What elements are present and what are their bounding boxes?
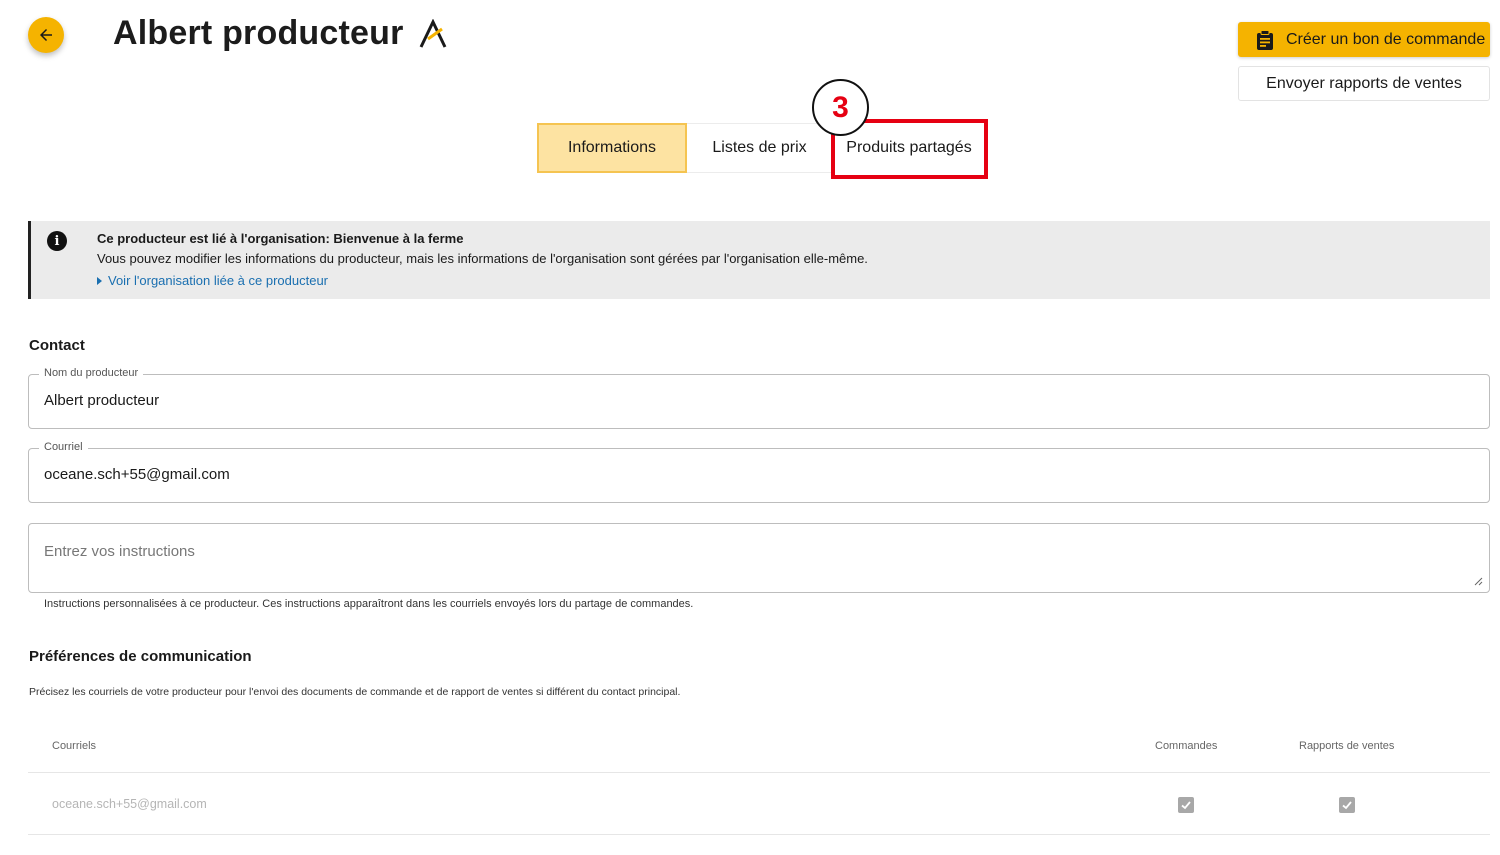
tab-bar: Informations Listes de prix Produits par…	[537, 123, 985, 173]
page-title-text: Albert producteur	[113, 14, 404, 52]
send-sales-reports-button[interactable]: Envoyer rapports de ventes	[1238, 66, 1490, 101]
producer-name-label: Nom du producteur	[39, 367, 144, 379]
instructions-textarea[interactable]: Entrez vos instructions	[28, 523, 1490, 593]
clipboard-icon	[1257, 29, 1273, 50]
tab-informations[interactable]: Informations	[537, 123, 687, 173]
email-field[interactable]: Courriel oceane.sch+55@gmail.com	[28, 441, 1490, 503]
resize-handle-icon[interactable]	[1473, 576, 1483, 586]
info-icon: i	[47, 231, 67, 251]
create-order-label: Créer un bon de commande	[1286, 30, 1486, 48]
tab-informations-label: Informations	[567, 139, 657, 156]
notice-title: Ce producteur est lié à l'organisation: …	[97, 231, 464, 246]
column-header-orders: Commandes	[1155, 740, 1218, 752]
producer-name-field[interactable]: Nom du producteur Albert producteur	[28, 367, 1490, 429]
email-label: Courriel	[39, 441, 88, 453]
send-sales-reports-label: Envoyer rapports de ventes	[1266, 74, 1462, 92]
create-order-button[interactable]: Créer un bon de commande	[1238, 22, 1490, 57]
preferences-section-title: Préférences de communication	[29, 648, 252, 665]
checkmark-icon	[1342, 801, 1352, 810]
linked-organization-notice: i Ce producteur est lié à l'organisation…	[28, 221, 1490, 299]
notice-text: Vous pouvez modifier les informations du…	[97, 251, 868, 266]
orders-checkbox[interactable]	[1178, 797, 1194, 813]
preferences-description: Précisez les courriels de votre producte…	[29, 686, 681, 698]
table-header-divider	[28, 772, 1490, 773]
step-number: 3	[832, 90, 849, 124]
producer-name-value: Albert producteur	[44, 392, 160, 409]
sales-reports-checkbox[interactable]	[1339, 797, 1355, 813]
column-header-emails: Courriels	[52, 740, 97, 752]
tab-price-lists[interactable]: Listes de prix	[687, 123, 833, 173]
instructions-helper-text: Instructions personnalisées à ce product…	[44, 598, 694, 610]
email-value: oceane.sch+55@gmail.com	[44, 466, 230, 483]
view-organization-link[interactable]: Voir l'organisation liée à ce producteur	[97, 271, 1490, 291]
annotation-step-badge: 3	[812, 79, 869, 136]
checkmark-icon	[1181, 801, 1191, 810]
table-row-divider	[28, 834, 1490, 835]
row-email: oceane.sch+55@gmail.com	[52, 797, 207, 811]
arrow-left-icon	[40, 29, 52, 41]
brand-logo-icon	[419, 18, 446, 48]
column-header-sales-reports: Rapports de ventes	[1299, 740, 1395, 752]
page-title: Albert producteur	[113, 14, 448, 53]
instructions-placeholder: Entrez vos instructions	[44, 543, 195, 560]
view-organization-link-label: Voir l'organisation liée à ce producteur	[108, 273, 329, 288]
back-button[interactable]	[28, 17, 64, 53]
caret-right-icon	[97, 277, 102, 285]
contact-section-title: Contact	[29, 337, 85, 354]
tab-price-lists-label: Listes de prix	[712, 139, 807, 156]
tab-shared-products-label: Produits partagés	[846, 139, 972, 156]
